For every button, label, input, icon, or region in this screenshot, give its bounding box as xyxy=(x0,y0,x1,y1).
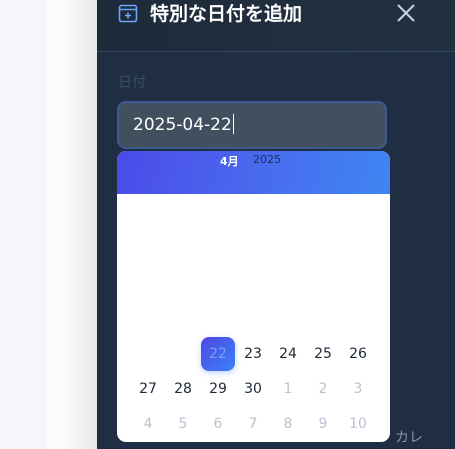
calendar-day-next-month[interactable]: 7 xyxy=(236,407,270,441)
modal-title: 特別な日付を追加 xyxy=(150,3,303,25)
calendar-day-next-month[interactable]: 10 xyxy=(341,407,375,441)
calendar-day-next-month[interactable]: 6 xyxy=(201,407,235,441)
calendar-day[interactable]: 27 xyxy=(131,372,165,406)
calendar-day-next-month[interactable]: 9 xyxy=(306,407,340,441)
calendar-day[interactable]: 26 xyxy=(341,337,375,371)
calendar-day-next-month[interactable]: 4 xyxy=(131,407,165,441)
calendar-day-next-month[interactable]: 1 xyxy=(271,372,305,406)
partial-label: カレ xyxy=(395,430,423,446)
calendar-day[interactable]: 25 xyxy=(306,337,340,371)
date-picker-popup: 4月 2025 22 23 24 25 26 27 28 29 30 1 2 3… xyxy=(117,151,390,442)
date-input-value: 2025-04-22 xyxy=(133,115,232,135)
background-sidebar xyxy=(0,0,45,449)
date-input[interactable]: 2025-04-22 xyxy=(117,101,387,149)
calendar-day-next-month[interactable]: 3 xyxy=(341,372,375,406)
calendar-plus-icon xyxy=(118,3,138,23)
month-label[interactable]: 4月 xyxy=(220,153,239,169)
calendar-day[interactable]: 29 xyxy=(201,372,235,406)
calendar-day[interactable]: 23 xyxy=(236,337,270,371)
calendar-day-selected[interactable]: 22 xyxy=(201,337,235,371)
calendar-day-next-month[interactable]: 5 xyxy=(166,407,200,441)
calendar-day[interactable]: 30 xyxy=(236,372,270,406)
date-field-label: 日付 xyxy=(118,75,146,91)
calendar-day-next-month[interactable]: 2 xyxy=(306,372,340,406)
calendar-day[interactable]: 24 xyxy=(271,337,305,371)
year-label[interactable]: 2025 xyxy=(253,153,281,166)
calendar-day-next-month[interactable]: 8 xyxy=(271,407,305,441)
calendar-day[interactable]: 28 xyxy=(166,372,200,406)
close-icon xyxy=(397,4,415,22)
modal-shadow xyxy=(66,0,97,449)
close-button[interactable] xyxy=(393,0,421,28)
modal-header: 特別な日付を追加 xyxy=(97,0,455,52)
date-picker-header: 4月 2025 xyxy=(117,151,390,194)
text-caret xyxy=(232,114,234,134)
